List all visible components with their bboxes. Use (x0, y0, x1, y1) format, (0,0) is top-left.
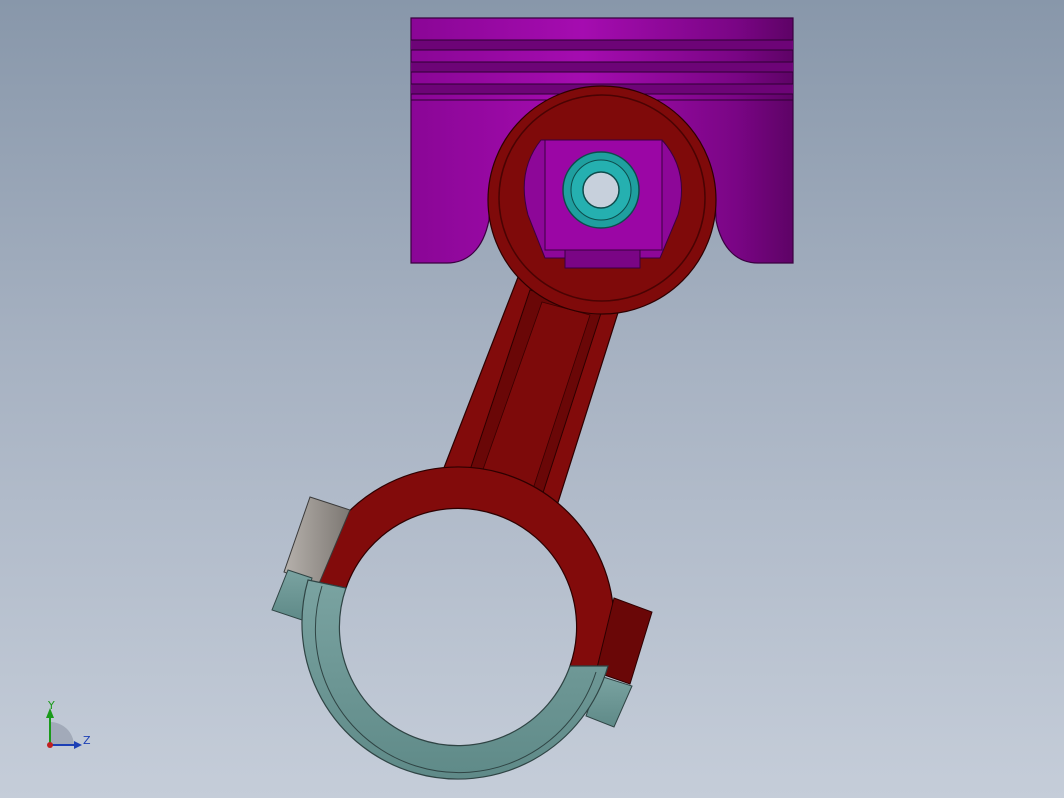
view-triad (46, 708, 82, 749)
piston-pin[interactable] (562, 151, 640, 229)
triad-z-label: Z (83, 734, 91, 747)
graphics-viewport[interactable]: Y Z (0, 0, 1064, 798)
model-scene[interactable] (0, 0, 1064, 798)
triad-y-label: Y (48, 699, 55, 712)
